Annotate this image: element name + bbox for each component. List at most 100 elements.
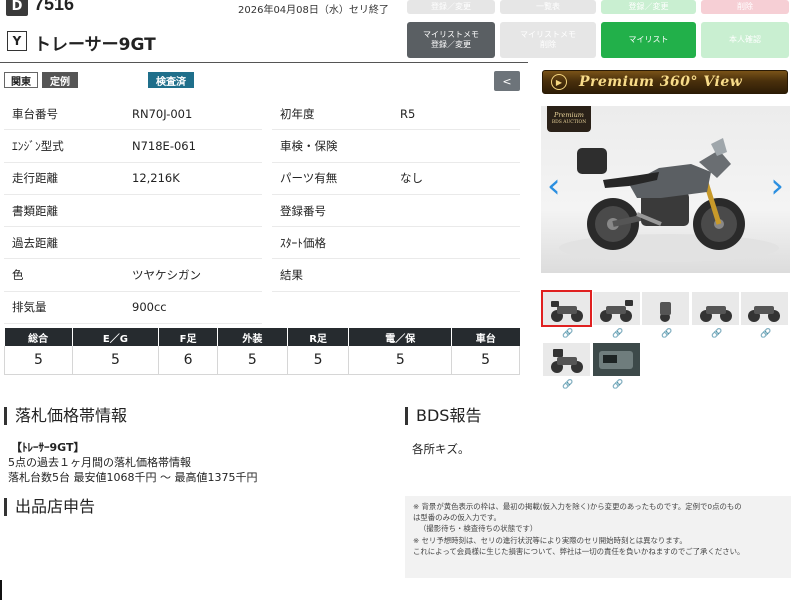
photo-thumbnail[interactable] <box>692 292 739 325</box>
mylist-memo-register-button[interactable]: マイリストメモ 登録／変更 <box>407 22 495 58</box>
condition-score-table: 総合 E／G F足 外装 R足 電／保 車台 5 5 6 5 5 5 5 <box>4 328 520 375</box>
spec-label: 走行距離 <box>4 163 124 195</box>
bid-model-line: 【ﾄﾚｰｻｰ9GT】 <box>11 441 85 454</box>
link-icon[interactable]: 🔗 <box>562 329 573 339</box>
spec-value: N718E-061 <box>124 130 262 163</box>
next-photo-arrow-icon[interactable]: › <box>770 166 784 206</box>
photo-thumbnail[interactable] <box>741 292 788 325</box>
play-icon: ▶ <box>551 74 567 90</box>
photo-thumbnail[interactable] <box>543 343 590 376</box>
spec-value: なし <box>392 163 520 195</box>
mylist-memo-delete-button[interactable]: マイリストメモ 削除 <box>500 22 596 58</box>
premium-logo-sub: BDS AUCTION <box>551 120 587 125</box>
notice-box: ※ 背景が黄色表示の枠は、最初の掲載(仮入力を除く)から変更のあったものです。定… <box>405 496 791 578</box>
link-icon[interactable]: 🔗 <box>760 329 771 339</box>
maker-badge: Y <box>7 31 27 51</box>
spec-value <box>392 130 520 163</box>
notice-line: （撮影待ち・検査待ちの状態です） <box>419 524 538 534</box>
spec-label: ｽﾀｰﾄ価格 <box>272 227 392 260</box>
model-name: トレーサー9GT <box>34 35 156 55</box>
notice-line: これによって会員様に生じた損害について、弊社は一切の責任を負いかねますのでご了承… <box>413 546 745 556</box>
spec-value <box>124 195 262 228</box>
spec-value <box>392 227 520 260</box>
inspection-status-tag: 検査済 <box>148 72 194 88</box>
premium-logo-badge: Premium BDS AUCTION <box>547 106 591 132</box>
spec-label: 排気量 <box>4 292 124 325</box>
spec-row: 色 ツヤケシガン 結果 <box>4 259 520 292</box>
spec-row: 書類距離 登録番号 <box>4 195 520 228</box>
spec-row: 過去距離 ｽﾀｰﾄ価格 <box>4 227 520 260</box>
score-header: 総合 <box>4 328 73 346</box>
spec-label: 車検・保険 <box>272 130 392 163</box>
score-header: R足 <box>287 328 350 346</box>
score-header: F足 <box>158 328 219 346</box>
top-register-button-2[interactable]: 登録／変更 <box>601 0 696 14</box>
photo-thumbnail[interactable] <box>541 290 592 327</box>
spec-label: ｴﾝｼﾞﾝ型式 <box>4 130 124 163</box>
link-icon[interactable]: 🔗 <box>661 329 672 339</box>
score-value: 5 <box>4 346 73 375</box>
page-edge-bar <box>0 580 2 600</box>
spec-label: パーツ有無 <box>272 163 392 195</box>
spec-row: 排気量 900cc <box>4 292 520 325</box>
header-divider <box>0 62 528 63</box>
bid-price-info: 【ﾄﾚｰｻｰ9GT】 5点の過去１ヶ月間の落札価格帯情報 落札台数5台 最安値1… <box>8 440 257 485</box>
bid-count-line: 落札台数5台 最安値1068千円 〜 最高値1375千円 <box>8 471 258 484</box>
score-value: 5 <box>217 346 288 375</box>
notice-line: ※ セリ予想時刻は、セリの進行状況等により実際のセリ開始時刻とは異なります。 <box>413 535 687 545</box>
spec-value: ツヤケシガン <box>124 259 262 292</box>
seller-declaration-title: 出品店申告 <box>4 498 95 516</box>
spec-value <box>392 195 520 228</box>
score-value: 6 <box>158 346 219 375</box>
prev-photo-arrow-icon[interactable]: ‹ <box>547 166 561 206</box>
photo-thumbnail[interactable] <box>593 343 640 376</box>
main-photo[interactable]: Premium BDS AUCTION ‹ › <box>541 106 790 273</box>
photo-thumbnail[interactable] <box>642 292 689 325</box>
score-value: 5 <box>72 346 160 375</box>
bid-price-section-title: 落札価格帯情報 <box>4 407 127 425</box>
spec-value: 12,216K <box>124 163 262 195</box>
premium-banner-text: Premium 360° View <box>579 74 743 90</box>
link-icon[interactable]: 🔗 <box>612 380 623 390</box>
auction-end-date: 2026年04月08日（水）セリ終了 <box>238 5 389 16</box>
spec-label: 色 <box>4 259 124 292</box>
spec-value <box>124 227 262 260</box>
spec-label: 過去距離 <box>4 227 124 260</box>
bds-report-text: 各所キズ。 <box>412 442 470 456</box>
collapse-button[interactable]: < <box>494 71 520 91</box>
link-icon[interactable]: 🔗 <box>711 329 722 339</box>
photo-thumbnail[interactable] <box>593 292 640 325</box>
spec-row: 走行距離 12,216K パーツ有無 なし <box>4 163 520 195</box>
link-icon[interactable]: 🔗 <box>562 380 573 390</box>
score-value: 5 <box>348 346 453 375</box>
lot-badge: D <box>6 0 28 16</box>
spec-table: 車台番号 RN70J-001 初年度 R5 ｴﾝｼﾞﾝ型式 N718E-061 … <box>4 98 520 325</box>
mylist-button[interactable]: マイリスト <box>601 22 696 58</box>
auction-type-tag: 定例 <box>42 72 78 88</box>
spec-value <box>392 259 520 292</box>
spec-value: 900cc <box>124 292 262 325</box>
spec-label: 初年度 <box>272 98 392 131</box>
score-header: 車台 <box>451 328 520 346</box>
top-list-button[interactable]: 一覧表 <box>500 0 596 14</box>
bds-report-title: BDS報告 <box>405 407 481 425</box>
score-header: 電／保 <box>348 328 453 346</box>
spec-label: 車台番号 <box>4 98 124 131</box>
top-delete-button[interactable]: 削除 <box>701 0 789 14</box>
spec-label: 登録番号 <box>272 195 392 228</box>
notice-line: ※ 背景が黄色表示の枠は、最初の掲載(仮入力を除く)から変更のあったものです。定… <box>413 502 742 511</box>
personal-confirm-button[interactable]: 本人確認 <box>701 22 789 58</box>
spec-label: 書類距離 <box>4 195 124 228</box>
score-value: 5 <box>287 346 350 375</box>
top-register-button-1[interactable]: 登録／変更 <box>407 0 495 14</box>
spec-label: 結果 <box>272 259 392 292</box>
premium-360-view-button[interactable]: ▶ Premium 360° View <box>542 70 788 94</box>
lot-number: 7516 <box>34 0 75 14</box>
score-header: 外装 <box>217 328 288 346</box>
spec-value: R5 <box>392 98 520 131</box>
score-value: 5 <box>451 346 520 375</box>
premium-logo-line: Premium <box>554 111 584 119</box>
spec-row: ｴﾝｼﾞﾝ型式 N718E-061 車検・保険 <box>4 130 520 163</box>
score-header: E／G <box>72 328 160 346</box>
link-icon[interactable]: 🔗 <box>612 329 623 339</box>
